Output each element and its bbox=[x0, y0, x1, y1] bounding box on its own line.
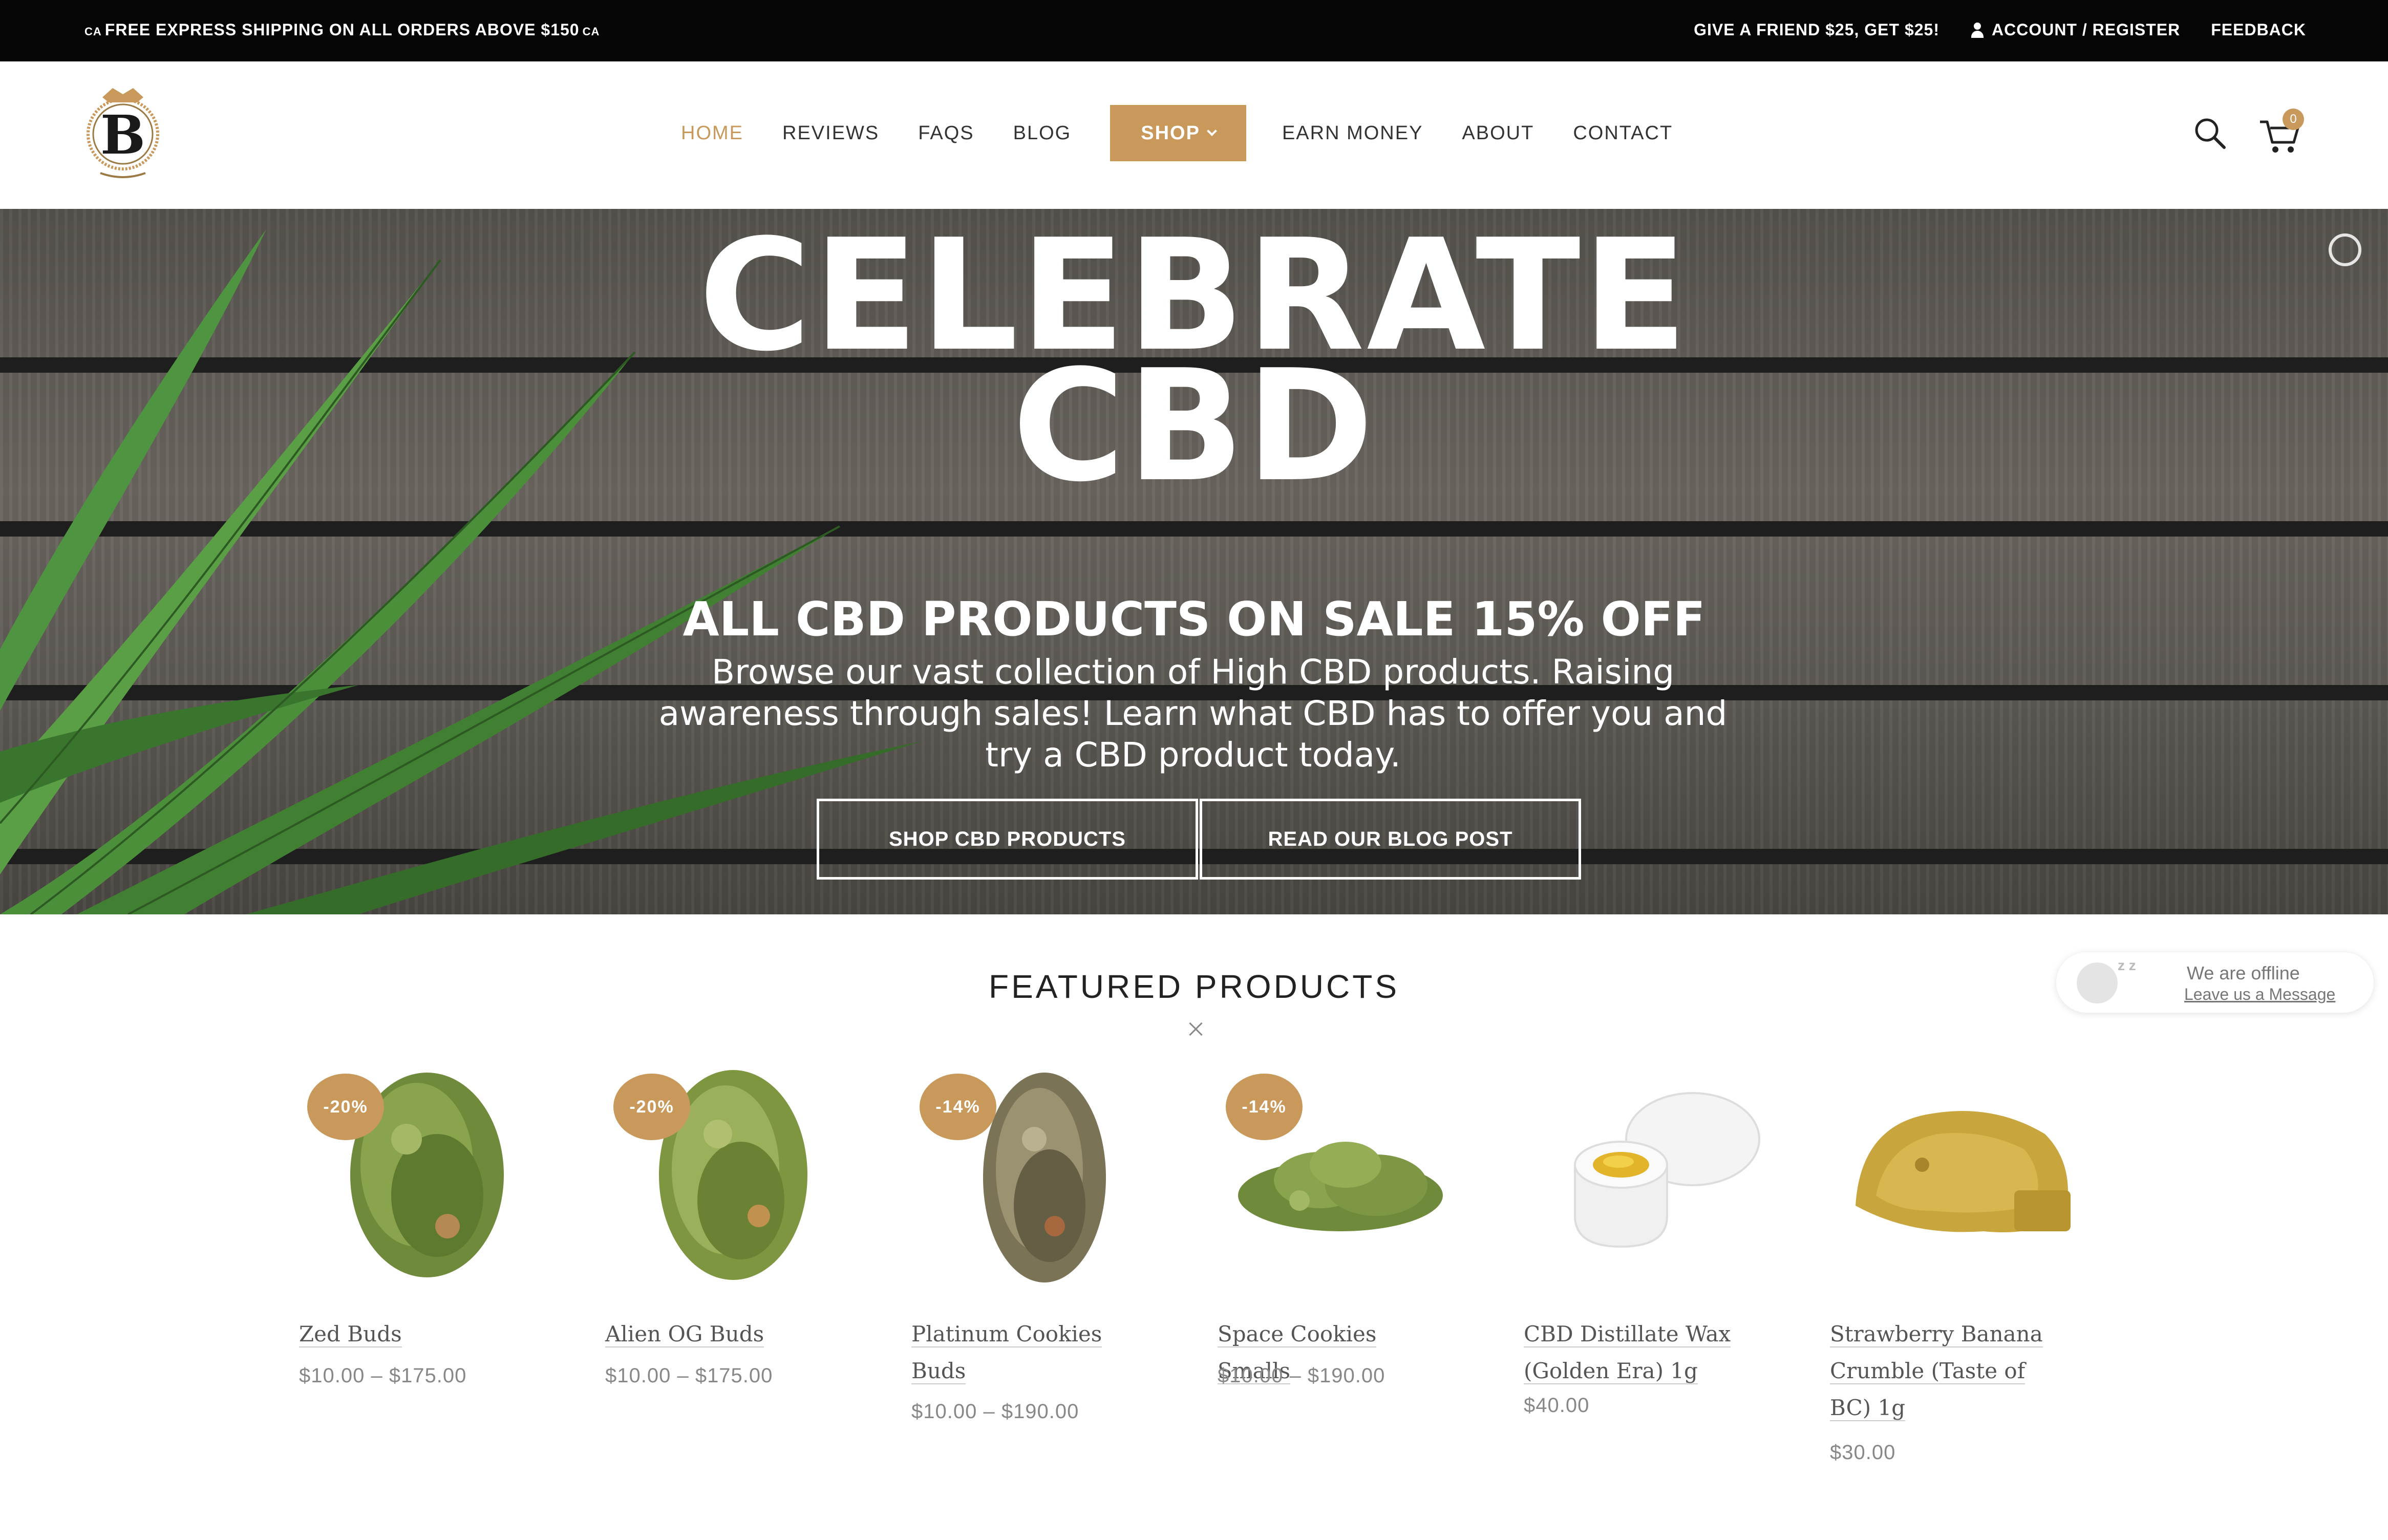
nav-about[interactable]: ABOUT bbox=[1462, 105, 1534, 161]
close-icon[interactable] bbox=[1187, 1020, 1204, 1038]
flag-ca-left: CA bbox=[84, 25, 102, 38]
chevron-down-icon bbox=[1207, 126, 1217, 136]
sleeping-face-icon bbox=[2077, 963, 2118, 1003]
product-name[interactable]: Strawberry Banana Crumble (Taste of BC) … bbox=[1830, 1316, 2045, 1426]
product-name[interactable]: Zed Buds bbox=[299, 1316, 514, 1353]
account-register-link[interactable]: ACCOUNT / REGISTER bbox=[1970, 20, 2180, 39]
product-image[interactable]: -20% bbox=[299, 1062, 575, 1288]
product-name[interactable]: CBD Distillate Wax (Golden Era) 1g bbox=[1524, 1316, 1739, 1389]
product-image[interactable]: -14% bbox=[911, 1062, 1188, 1288]
product-image[interactable] bbox=[1830, 1062, 2106, 1288]
read-blog-post-button[interactable]: READ OUR BLOG POST bbox=[1200, 799, 1581, 880]
product-name[interactable]: Alien OG Buds bbox=[605, 1316, 820, 1353]
product-name[interactable]: Platinum Cookies Buds bbox=[911, 1316, 1126, 1389]
nav-earn-money[interactable]: EARN MONEY bbox=[1282, 105, 1423, 161]
account-register-label: ACCOUNT / REGISTER bbox=[1991, 20, 2181, 39]
nav-reviews[interactable]: REVIEWS bbox=[782, 105, 879, 161]
user-icon bbox=[1970, 22, 1985, 38]
product-price: $10.00 – $190.00 bbox=[911, 1400, 1079, 1423]
product-price: $30.00 bbox=[1830, 1441, 1896, 1464]
feedback-link[interactable]: FEEDBACK bbox=[2211, 20, 2306, 39]
product-card[interactable]: -14% Platinum Cookies Buds $10.00 – $190… bbox=[911, 1062, 1188, 1423]
product-image[interactable]: -20% bbox=[605, 1062, 882, 1288]
search-icon[interactable] bbox=[2192, 116, 2228, 152]
brand-logo[interactable]: B bbox=[82, 77, 164, 184]
product-price: $40.00 bbox=[1524, 1394, 1590, 1417]
zz-icon: z z bbox=[2118, 957, 2136, 973]
featured-products-heading: FEATURED PRODUCTS bbox=[988, 968, 1400, 1005]
discount-badge: -14% bbox=[1226, 1074, 1303, 1140]
nav-home[interactable]: HOME bbox=[681, 105, 743, 161]
slider-pagination-dot[interactable] bbox=[2329, 233, 2361, 266]
nav-contact[interactable]: CONTACT bbox=[1573, 105, 1673, 161]
flag-ca-right: CA bbox=[582, 25, 600, 38]
product-card[interactable]: -20% Zed Buds $10.00 – $175.00 bbox=[299, 1062, 575, 1387]
discount-badge: -20% bbox=[613, 1074, 690, 1140]
svg-text:B: B bbox=[100, 103, 145, 166]
site-header: B HOME REVIEWS FAQS BLOG SHOP EARN MONEY… bbox=[0, 61, 2388, 209]
chat-widget[interactable]: z z We are offline Leave us a Message bbox=[2056, 952, 2374, 1013]
product-card[interactable]: -14% Space Cookies Smalls $10.00 – $190.… bbox=[1218, 1062, 1494, 1387]
cart-count-badge: 0 bbox=[2283, 109, 2304, 130]
refer-friend-link[interactable]: GIVE A FRIEND $25, GET $25! bbox=[1694, 20, 1939, 39]
product-image[interactable]: -14% bbox=[1218, 1062, 1494, 1288]
product-price: $10.00 – $190.00 bbox=[1218, 1364, 1385, 1387]
leave-message-link[interactable]: Leave us a Message bbox=[2184, 985, 2335, 1004]
top-links: GIVE A FRIEND $25, GET $25! ACCOUNT / RE… bbox=[1694, 20, 2306, 39]
product-price: $10.00 – $175.00 bbox=[299, 1364, 467, 1387]
hero-sale-heading: ALL CBD PRODUCTS ON SALE 15% OFF bbox=[683, 592, 1705, 647]
nav-shop-dropdown[interactable]: SHOP bbox=[1110, 105, 1246, 161]
hero-banner: CELEBRATE CBD ALL CBD PRODUCTS ON SALE 1… bbox=[0, 209, 2388, 914]
product-image[interactable] bbox=[1524, 1062, 1800, 1288]
discount-badge: -14% bbox=[920, 1074, 996, 1140]
top-bar: CA FREE EXPRESS SHIPPING ON ALL ORDERS AB… bbox=[0, 0, 2388, 61]
product-price: $10.00 – $175.00 bbox=[605, 1364, 773, 1387]
product-card[interactable]: CBD Distillate Wax (Golden Era) 1g $40.0… bbox=[1524, 1062, 1800, 1417]
product-card[interactable]: Strawberry Banana Crumble (Taste of BC) … bbox=[1830, 1062, 2106, 1464]
main-nav: HOME REVIEWS FAQS BLOG SHOP EARN MONEY A… bbox=[681, 105, 1712, 161]
product-grid: -20% Zed Buds $10.00 – $175.00 -20% Alie… bbox=[299, 1062, 2142, 1523]
shop-cbd-products-button[interactable]: SHOP CBD PRODUCTS bbox=[817, 799, 1198, 880]
product-card[interactable]: -20% Alien OG Buds $10.00 – $175.00 bbox=[605, 1062, 882, 1387]
nav-shop-label: SHOP bbox=[1141, 122, 1200, 144]
shipping-promo-text: FREE EXPRESS SHIPPING ON ALL ORDERS ABOV… bbox=[104, 20, 580, 39]
nav-faqs[interactable]: FAQS bbox=[918, 105, 974, 161]
shipping-promo: CA FREE EXPRESS SHIPPING ON ALL ORDERS AB… bbox=[84, 20, 600, 39]
hero-description: Browse our vast collection of High CBD p… bbox=[658, 652, 1728, 775]
discount-badge: -20% bbox=[307, 1074, 384, 1140]
hero-title-line2: CBD bbox=[1012, 337, 1376, 516]
nav-blog[interactable]: BLOG bbox=[1013, 105, 1072, 161]
chat-status-text: We are offline bbox=[2187, 963, 2300, 983]
